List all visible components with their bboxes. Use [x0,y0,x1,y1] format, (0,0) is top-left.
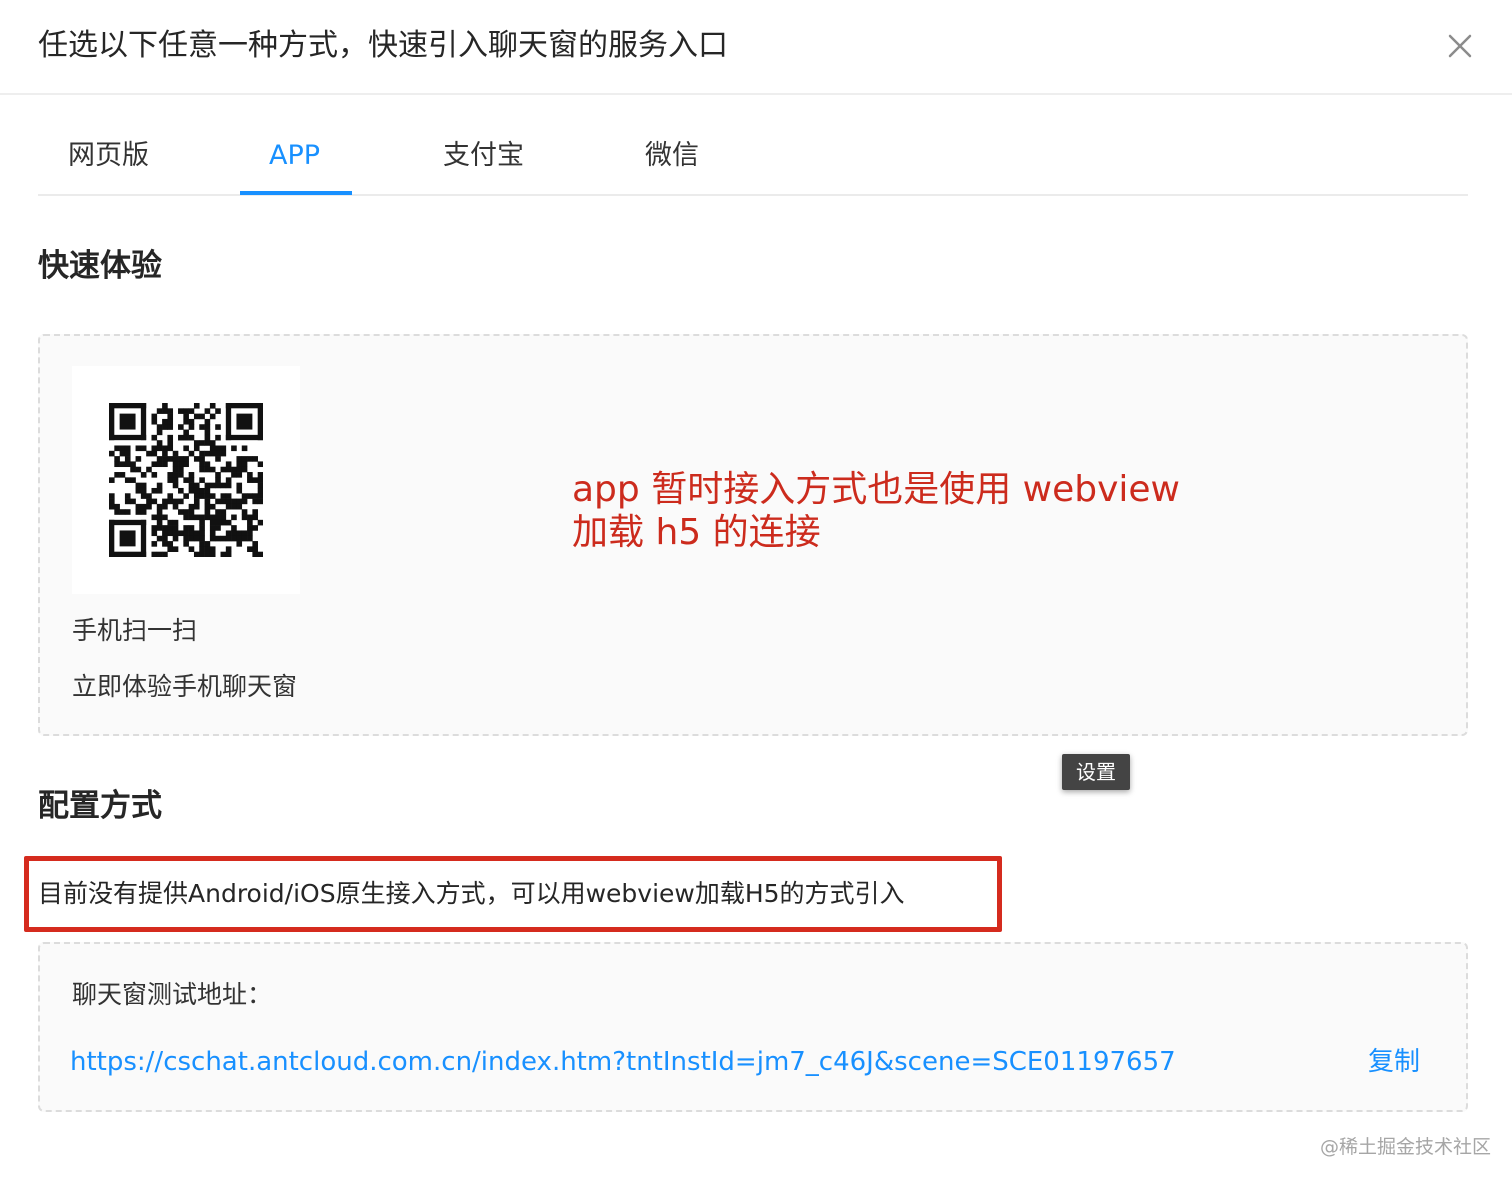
watermark: @稀土掘金技术社区 [1320,1136,1492,1158]
close-icon [1448,34,1472,58]
tab-app[interactable]: APP [269,136,320,176]
qr-code [72,366,300,594]
service-entry-dialog: 任选以下任意一种方式，快速引入聊天窗的服务入口 网页版 APP 支付宝 微信 快… [0,0,1512,1187]
tab-bar: 网页版 APP 支付宝 微信 [38,96,1468,196]
test-address-url[interactable]: https://cschat.antcloud.com.cn/index.htm… [70,1044,1176,1080]
config-title: 配置方式 [38,788,162,824]
dialog-title: 任选以下任意一种方式，快速引入聊天窗的服务入口 [38,28,728,63]
qr-code-icon [109,403,263,557]
dialog-header: 任选以下任意一种方式，快速引入聊天窗的服务入口 [0,0,1512,95]
test-address-label: 聊天窗测试地址： [72,980,273,1009]
test-address-panel: 聊天窗测试地址： https://cschat.antcloud.com.cn/… [38,942,1468,1112]
config-notice: 目前没有提供Android/iOS原生接入方式，可以用webview加载H5的方… [38,879,905,908]
tab-alipay[interactable]: 支付宝 [443,136,524,176]
tab-web[interactable]: 网页版 [68,136,149,176]
quick-experience-panel: 手机扫一扫 立即体验手机聊天窗 app 暂时接入方式也是使用 webview 加… [38,334,1468,736]
active-tab-indicator [240,191,352,195]
quick-experience-title: 快速体验 [38,248,162,284]
annotation-line-1: app 暂时接入方式也是使用 webview [572,469,1180,510]
annotation-note: app 暂时接入方式也是使用 webview 加载 h5 的连接 [572,468,1252,554]
settings-tooltip: 设置 [1062,754,1130,790]
annotation-line-2: 加载 h5 的连接 [572,512,821,553]
scan-text: 手机扫一扫 [72,616,198,645]
tab-wechat[interactable]: 微信 [645,136,699,176]
close-button[interactable] [1440,26,1480,66]
experience-text: 立即体验手机聊天窗 [72,672,298,701]
copy-button[interactable]: 复制 [1368,1044,1420,1080]
